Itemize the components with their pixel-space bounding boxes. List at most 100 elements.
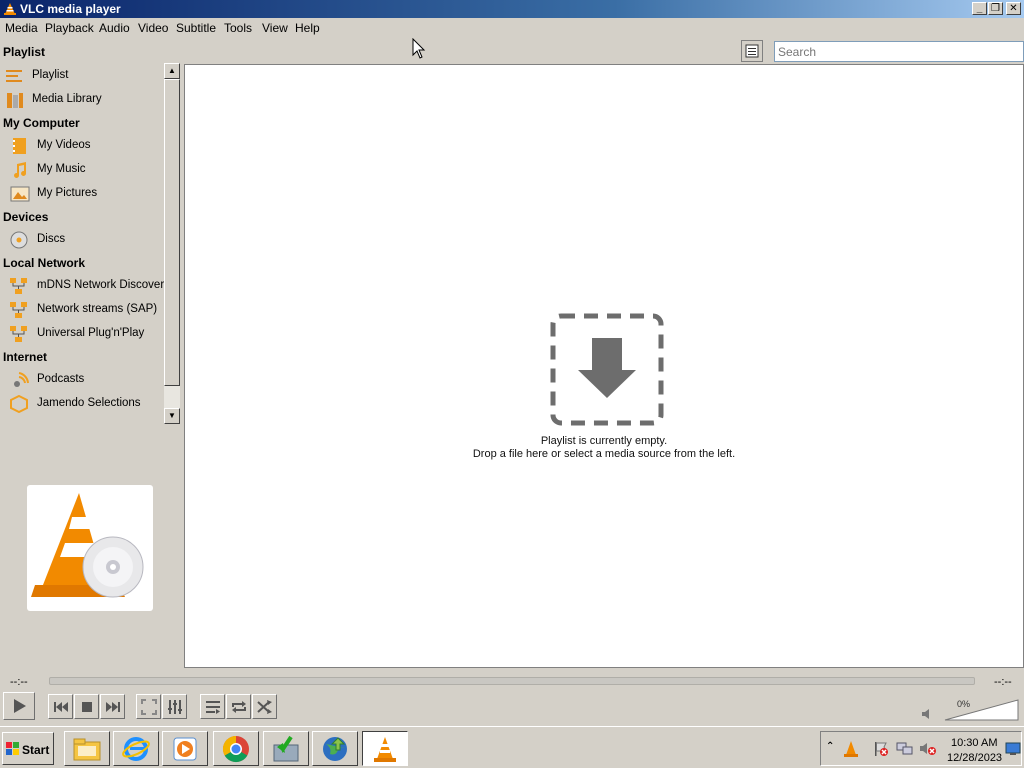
sidebar-item-my-pictures[interactable]: My Pictures — [0, 183, 165, 205]
empty-message: Playlist is currently empty. — [540, 435, 668, 447]
disc-icon — [10, 231, 28, 249]
shuffle-button[interactable] — [252, 694, 277, 719]
scroll-down-button[interactable]: ▼ — [164, 408, 180, 424]
close-button[interactable]: ✕ — [1006, 2, 1021, 15]
next-icon — [105, 701, 120, 712]
volume-muted-icon[interactable] — [919, 741, 937, 757]
sidebar-item-label: Jamendo Selections — [37, 397, 141, 409]
vlc-cone-disc-icon — [31, 493, 144, 598]
section-my-computer: My Computer — [3, 116, 80, 130]
sidebar-item-label: My Pictures — [37, 187, 98, 199]
scroll-up-button[interactable]: ▲ — [164, 63, 180, 79]
loop-button[interactable] — [226, 694, 251, 719]
sidebar-item-label: Playlist — [32, 69, 69, 81]
taskbar-internet-explorer[interactable] — [113, 731, 159, 766]
film-icon — [13, 138, 26, 154]
taskbar-download-manager[interactable] — [263, 731, 309, 766]
list-view-icon — [745, 44, 759, 58]
menu-video[interactable]: Video — [138, 21, 168, 35]
mouse-cursor-icon — [412, 38, 426, 59]
sidebar-item-label: My Music — [37, 163, 86, 175]
equalizer-icon — [167, 699, 182, 714]
play-button[interactable] — [3, 692, 35, 720]
section-internet: Internet — [3, 350, 48, 364]
taskbar-media-player[interactable] — [162, 731, 208, 766]
sidebar-item-playlist[interactable]: Playlist — [0, 65, 165, 87]
restore-button[interactable]: ❐ — [988, 2, 1003, 15]
sidebar-item-podcasts[interactable]: Podcasts — [0, 369, 165, 391]
sidebar-item-upnp[interactable]: Universal Plug'n'Play — [0, 323, 165, 345]
menu-audio[interactable]: Audio — [99, 21, 130, 35]
download-manager-icon — [273, 735, 299, 761]
sidebar-item-media-library[interactable]: Media Library — [0, 89, 165, 111]
taskbar-vlc[interactable] — [362, 731, 408, 766]
section-local-network: Local Network — [3, 256, 86, 270]
scroll-thumb[interactable] — [164, 79, 180, 386]
media-library-icon — [7, 93, 23, 108]
start-button[interactable]: Start — [2, 732, 54, 765]
taskbar-explorer[interactable] — [64, 731, 110, 766]
fullscreen-icon — [140, 698, 157, 715]
album-art — [27, 485, 153, 611]
seek-slider[interactable] — [49, 677, 975, 685]
toggle-playlist-button[interactable] — [200, 694, 225, 719]
volume-percentage: 0% — [957, 699, 971, 709]
jamendo-icon — [10, 395, 28, 413]
system-tray: ⌃ 10:30 AM 12/28/2023 — [820, 731, 1022, 766]
taskbar-network-app[interactable] — [312, 731, 358, 766]
volume-slider[interactable] — [944, 698, 1019, 722]
chrome-icon — [222, 735, 249, 762]
sidebar-item-my-videos[interactable]: My Videos — [0, 135, 165, 157]
search-input[interactable] — [774, 41, 1024, 62]
next-button[interactable] — [100, 694, 125, 719]
menu-help[interactable]: Help — [295, 21, 320, 35]
sidebar-scrollbar[interactable]: ▲ ▼ — [164, 63, 180, 424]
playlist-toggle-icon — [205, 700, 220, 714]
clock-time[interactable]: 10:30 AM — [951, 737, 997, 749]
sidebar-item-jamendo[interactable]: Jamendo Selections — [0, 393, 165, 415]
action-center-flag-icon[interactable] — [873, 741, 889, 757]
start-label: Start — [22, 743, 50, 757]
picture-icon — [10, 186, 30, 202]
vlc-tray-icon[interactable] — [843, 740, 859, 758]
sidebar-item-my-music[interactable]: My Music — [0, 159, 165, 181]
elapsed-time[interactable]: --:-- — [10, 676, 28, 688]
speaker-icon[interactable] — [922, 708, 932, 720]
clock-date[interactable]: 12/28/2023 — [947, 752, 1002, 764]
podcast-icon — [14, 372, 29, 387]
taskbar: Start ⌃ 10:30 AM 12/28/2023 — [0, 726, 1024, 768]
view-toggle-button[interactable] — [741, 40, 763, 62]
internet-explorer-icon — [122, 736, 150, 761]
show-desktop-icon[interactable] — [1005, 742, 1021, 756]
window-title: VLC media player — [20, 2, 121, 16]
sidebar-item-discs[interactable]: Discs — [0, 229, 165, 251]
globe-download-icon — [323, 736, 347, 761]
music-note-icon — [14, 162, 27, 178]
menu-view[interactable]: View — [262, 21, 288, 35]
menu-subtitle[interactable]: Subtitle — [176, 21, 216, 35]
remaining-time[interactable]: --:-- — [994, 676, 1012, 688]
network-icon — [10, 278, 27, 294]
section-playlist: Playlist — [3, 45, 46, 59]
vlc-cone-icon — [4, 3, 16, 15]
network-status-icon[interactable] — [896, 741, 914, 757]
sidebar-item-label: mDNS Network Discovery — [37, 279, 165, 291]
extended-settings-button[interactable] — [162, 694, 187, 719]
playlist-panel[interactable]: Playlist is currently empty. Drop a file… — [184, 64, 1024, 668]
previous-button[interactable] — [48, 694, 73, 719]
sidebar-item-label: Discs — [37, 233, 66, 245]
sidebar-item-label: Media Library — [32, 93, 102, 105]
stop-button[interactable] — [74, 694, 99, 719]
section-devices: Devices — [3, 210, 49, 224]
sidebar-item-label: My Videos — [37, 139, 91, 151]
sidebar-item-mdns[interactable]: mDNS Network Discovery — [0, 275, 165, 297]
play-icon — [14, 699, 26, 713]
menu-playback[interactable]: Playback — [45, 21, 94, 35]
taskbar-chrome[interactable] — [213, 731, 259, 766]
sidebar-item-sap[interactable]: Network streams (SAP) — [0, 299, 165, 321]
minimize-button[interactable]: _ — [972, 2, 987, 15]
fullscreen-button[interactable] — [136, 694, 161, 719]
menu-tools[interactable]: Tools — [224, 21, 252, 35]
menu-media[interactable]: Media — [5, 21, 38, 35]
tray-expand-icon[interactable]: ⌃ — [826, 741, 834, 752]
